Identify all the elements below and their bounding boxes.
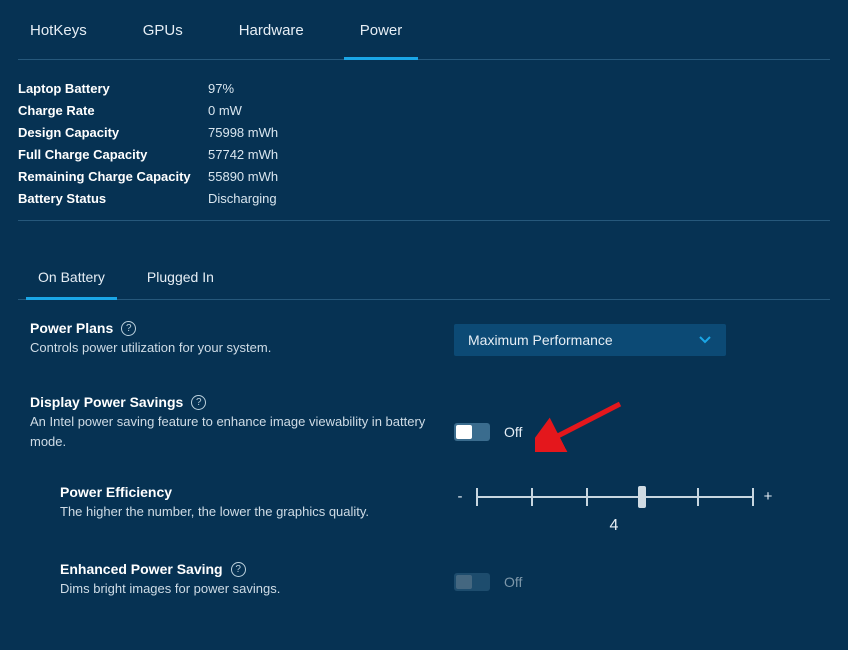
info-row-design-capacity: Design Capacity 75998 mWh — [18, 122, 830, 144]
enhanced-power-saving-state: Off — [504, 574, 522, 590]
power-efficiency-title: Power Efficiency — [60, 484, 430, 500]
subtab-on-battery[interactable]: On Battery — [38, 269, 105, 299]
power-plans-section: Power Plans ? Controls power utilization… — [18, 300, 830, 362]
chevron-down-icon — [698, 333, 712, 347]
enhanced-power-saving-toggle — [454, 573, 490, 591]
display-power-savings-state: Off — [504, 424, 522, 440]
help-icon[interactable]: ? — [191, 395, 206, 410]
info-value: Discharging — [208, 188, 277, 210]
power-plans-desc: Controls power utilization for your syst… — [30, 338, 430, 358]
enhanced-power-saving-section: Enhanced Power Saving ? Dims bright imag… — [18, 539, 830, 603]
tab-gpus[interactable]: GPUs — [143, 22, 183, 59]
power-efficiency-value: 4 — [610, 517, 619, 535]
main-tabs: HotKeys GPUs Hardware Power — [18, 0, 830, 60]
info-label: Laptop Battery — [18, 78, 208, 100]
info-row-remaining-charge-capacity: Remaining Charge Capacity 55890 mWh — [18, 166, 830, 188]
info-value: 0 mW — [208, 100, 242, 122]
info-value: 55890 mWh — [208, 166, 278, 188]
power-efficiency-slider[interactable]: - + 4 — [454, 488, 774, 535]
help-icon[interactable]: ? — [121, 321, 136, 336]
power-plans-title-text: Power Plans — [30, 320, 113, 336]
display-power-savings-title-text: Display Power Savings — [30, 394, 183, 410]
info-label: Design Capacity — [18, 122, 208, 144]
slider-track[interactable] — [476, 496, 752, 498]
power-plans-dropdown[interactable]: Maximum Performance — [454, 324, 726, 356]
enhanced-power-saving-title-text: Enhanced Power Saving — [60, 561, 223, 577]
tab-hotkeys[interactable]: HotKeys — [30, 22, 87, 59]
battery-info-block: Laptop Battery 97% Charge Rate 0 mW Desi… — [18, 60, 830, 221]
tab-hardware[interactable]: Hardware — [239, 22, 304, 59]
subtab-plugged-in[interactable]: Plugged In — [147, 269, 214, 299]
slider-thumb[interactable] — [638, 486, 646, 508]
power-efficiency-title-text: Power Efficiency — [60, 484, 172, 500]
power-plans-title: Power Plans ? — [30, 320, 430, 336]
info-value: 57742 mWh — [208, 144, 278, 166]
display-power-savings-section: Display Power Savings ? An Intel power s… — [18, 362, 830, 456]
info-label: Battery Status — [18, 188, 208, 210]
display-power-savings-title: Display Power Savings ? — [30, 394, 430, 410]
display-power-savings-toggle[interactable] — [454, 423, 490, 441]
info-row-battery-status: Battery Status Discharging — [18, 188, 830, 210]
slider-minus[interactable]: - — [454, 488, 466, 505]
tab-power[interactable]: Power — [360, 22, 403, 59]
help-icon[interactable]: ? — [231, 562, 246, 577]
enhanced-power-saving-title: Enhanced Power Saving ? — [60, 561, 430, 577]
info-value: 75998 mWh — [208, 122, 278, 144]
power-efficiency-desc: The higher the number, the lower the gra… — [60, 502, 430, 522]
display-power-savings-desc: An Intel power saving feature to enhance… — [30, 412, 430, 452]
enhanced-power-saving-desc: Dims bright images for power savings. — [60, 579, 430, 599]
info-row-laptop-battery: Laptop Battery 97% — [18, 78, 830, 100]
info-label: Remaining Charge Capacity — [18, 166, 208, 188]
info-label: Full Charge Capacity — [18, 144, 208, 166]
power-plans-selected: Maximum Performance — [468, 332, 613, 348]
info-value: 97% — [208, 78, 234, 100]
power-efficiency-section: Power Efficiency The higher the number, … — [18, 456, 830, 539]
slider-plus[interactable]: + — [762, 488, 774, 505]
info-row-charge-rate: Charge Rate 0 mW — [18, 100, 830, 122]
info-label: Charge Rate — [18, 100, 208, 122]
power-subtabs: On Battery Plugged In — [18, 253, 830, 300]
info-row-full-charge-capacity: Full Charge Capacity 57742 mWh — [18, 144, 830, 166]
